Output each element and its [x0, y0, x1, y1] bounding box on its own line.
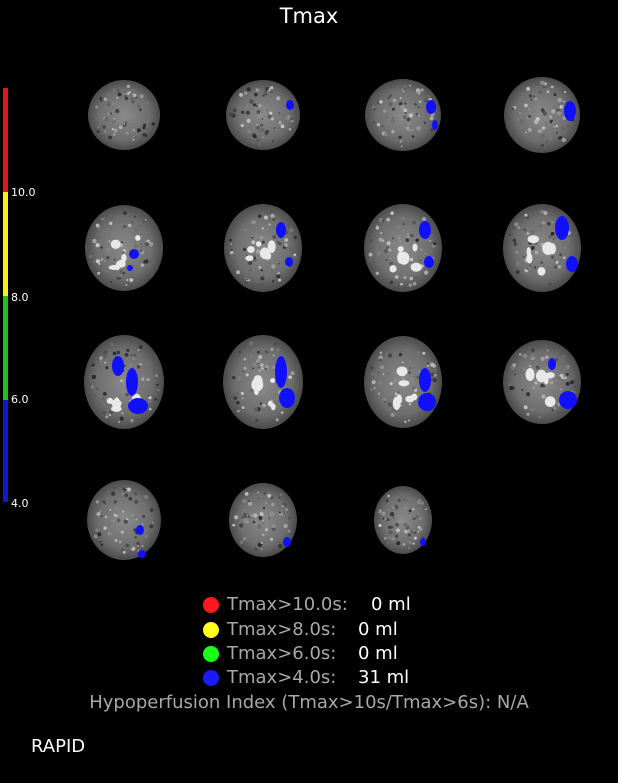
hypoperfusion-value: N/A — [496, 692, 529, 713]
hypoperfusion-label: Hypoperfusion Index (Tmax>10s/Tmax>6s): — [89, 692, 492, 713]
brain-outline — [85, 205, 163, 291]
scale-tick-6: 6.0 — [11, 393, 29, 406]
brain-slice-image — [364, 336, 442, 428]
brain-slice-image — [365, 79, 441, 151]
scale-tick-10: 10.0 — [11, 186, 36, 199]
brain-slice-image — [374, 486, 432, 554]
lesion-region — [126, 368, 138, 396]
legend-value: 0 ml — [358, 643, 398, 664]
legend-value: 0 ml — [371, 594, 411, 615]
scale-tick-4: 4.0 — [11, 497, 29, 510]
lesion-region — [564, 101, 576, 121]
lesion-region — [283, 537, 291, 547]
lesion-region — [559, 391, 577, 409]
legend-dot-red — [203, 597, 219, 613]
scale-segment-blue — [3, 400, 8, 502]
brain-slice-image — [503, 204, 581, 292]
scale-segment-red — [3, 88, 8, 192]
brain-slice-image — [503, 340, 581, 424]
hypoperfusion-index: Hypoperfusion Index (Tmax>10s/Tmax>6s): … — [0, 692, 618, 713]
brain-slice-image — [364, 204, 442, 292]
lesion-region — [279, 388, 295, 408]
legend-dot-yellow — [203, 622, 219, 638]
legend-label: Tmax>10.0s: — [227, 594, 348, 615]
brain-slice-image — [88, 80, 160, 150]
lesion-region — [276, 222, 286, 238]
brain-slice-image — [504, 77, 580, 153]
lesion-region — [129, 249, 139, 259]
scale-segment-yellow — [3, 192, 8, 296]
legend-label: Tmax>6.0s: — [227, 643, 337, 664]
legend-label: Tmax>8.0s: — [227, 619, 337, 640]
page-title: Tmax — [279, 4, 339, 28]
color-scale-bar — [3, 88, 8, 502]
brain-slice-image — [87, 480, 161, 560]
lesion-region — [566, 256, 578, 272]
brain-slice-image — [223, 335, 303, 429]
brand-logo-text: RAPID — [31, 736, 86, 757]
legend-dot-blue — [203, 670, 219, 686]
brain-outline — [503, 204, 581, 292]
lesion-region — [138, 550, 146, 558]
brain-outline — [88, 80, 160, 150]
lesion-region — [418, 393, 436, 411]
lesion-region — [286, 100, 294, 110]
legend-label: Tmax>4.0s: — [227, 667, 337, 688]
lesion-region — [275, 356, 287, 388]
lesion-region — [548, 358, 556, 370]
brain-outline — [87, 480, 161, 560]
brain-outline — [223, 335, 303, 429]
lesion-region — [426, 100, 436, 114]
scale-segment-green — [3, 296, 8, 400]
lesion-region — [419, 368, 431, 392]
legend-dot-green — [203, 646, 219, 662]
legend-value: 0 ml — [358, 619, 398, 640]
lesion-region — [285, 257, 293, 267]
brain-outline — [84, 335, 164, 429]
lesion-region — [419, 221, 431, 239]
lesion-region — [555, 216, 569, 240]
lesion-region — [136, 525, 144, 535]
lesion-region — [432, 120, 438, 130]
lesion-region — [424, 256, 434, 268]
brain-slice-image — [84, 335, 164, 429]
brain-outline — [226, 80, 300, 150]
brain-slice-image — [224, 204, 302, 292]
scale-tick-8: 8.0 — [11, 291, 29, 304]
brain-slice-image — [85, 205, 163, 291]
brain-slice-image — [229, 483, 297, 557]
lesion-region — [127, 265, 133, 271]
brain-slice-image — [226, 80, 300, 150]
lesion-region — [112, 356, 124, 376]
lesion-region — [128, 398, 148, 414]
lesion-region — [420, 538, 426, 546]
legend-value: 31 ml — [358, 667, 410, 688]
